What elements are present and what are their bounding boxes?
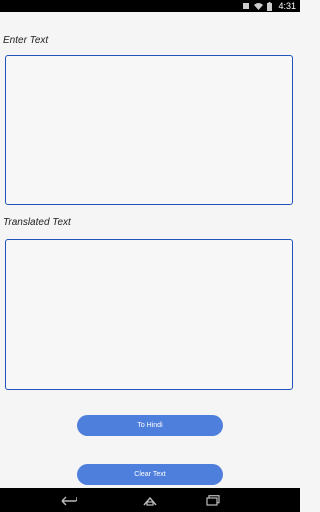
status-bar: 4:31 — [0, 0, 300, 12]
back-icon — [61, 491, 78, 510]
wifi-icon — [254, 2, 264, 10]
notification-icon — [242, 2, 250, 10]
recent-apps-button[interactable] — [204, 492, 222, 508]
home-button[interactable] — [141, 492, 159, 508]
clear-text-button[interactable]: Clear Text — [77, 464, 223, 485]
back-button[interactable] — [60, 492, 78, 508]
status-icons: 4:31 — [242, 0, 296, 12]
translated-text-label: Translated Text — [3, 217, 71, 228]
enter-text-label: Enter Text — [3, 35, 49, 46]
battery-icon — [267, 1, 273, 11]
translated-text-output[interactable] — [5, 239, 293, 390]
recent-apps-icon — [206, 491, 220, 510]
enter-text-input[interactable] — [5, 55, 293, 205]
to-hindi-button[interactable]: To Hindi — [77, 415, 223, 436]
navigation-bar — [0, 488, 300, 512]
status-time: 4:31 — [278, 1, 296, 11]
home-icon — [142, 491, 158, 510]
